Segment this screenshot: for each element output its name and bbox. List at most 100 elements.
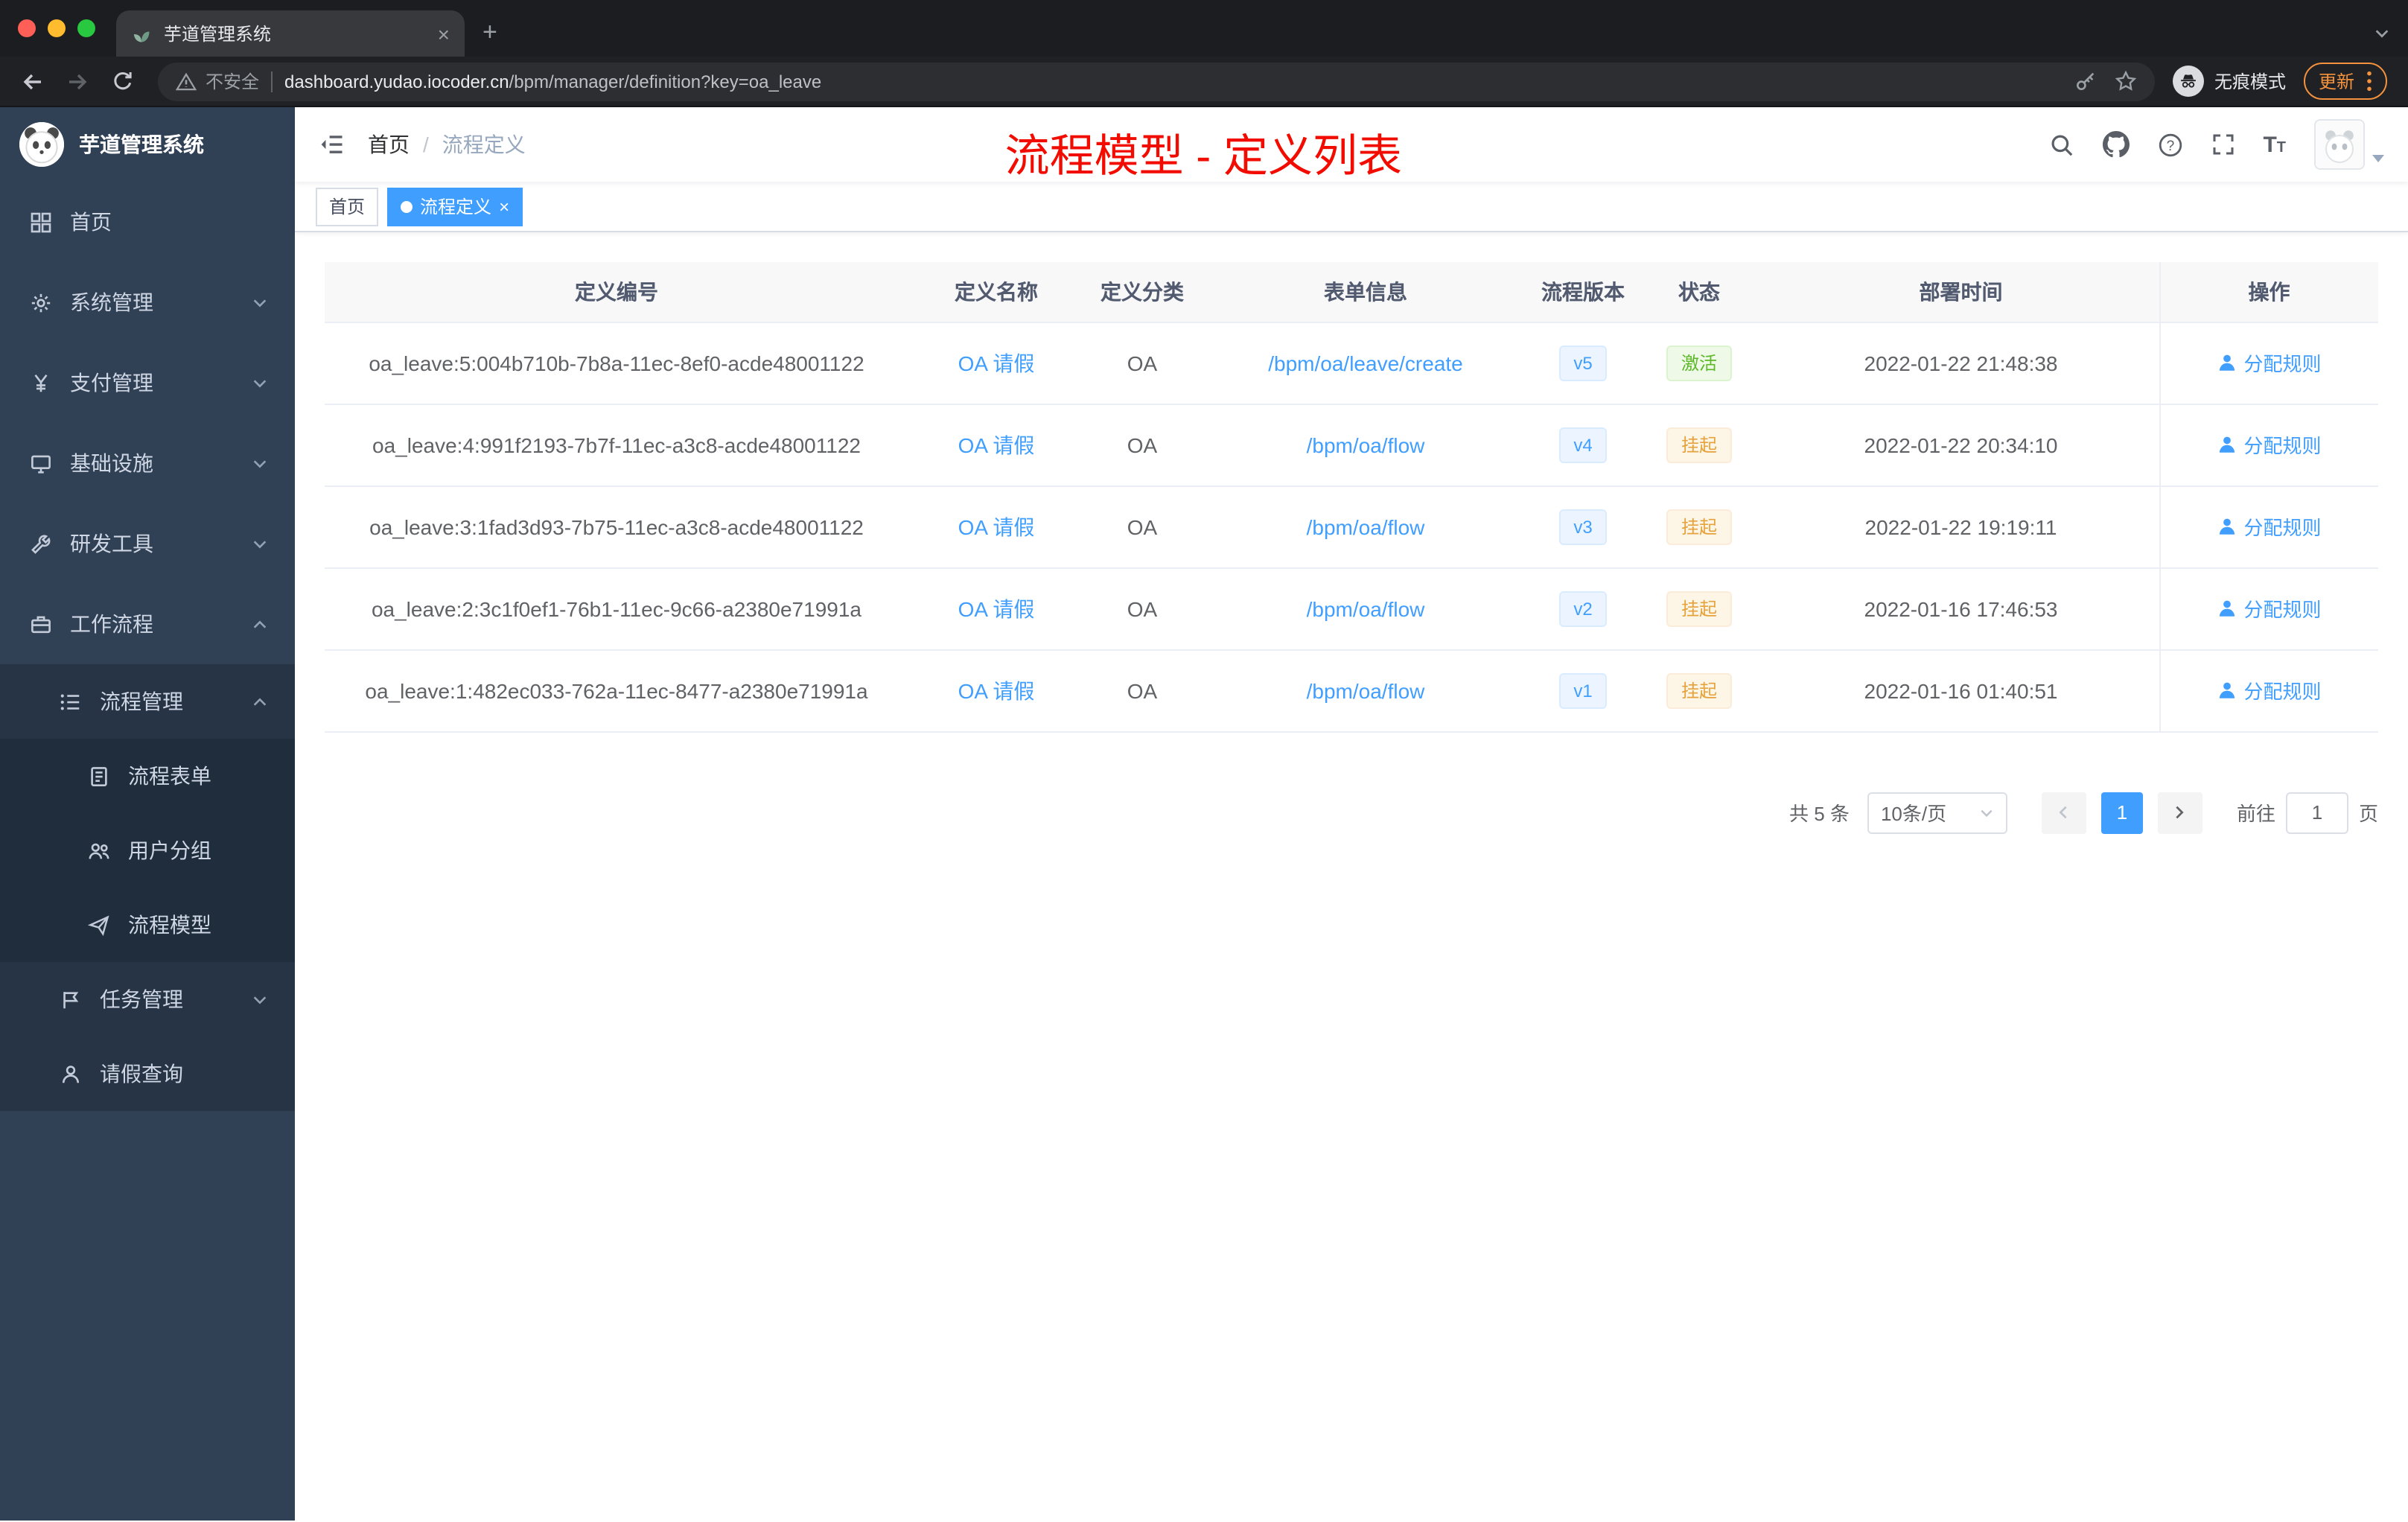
next-page-button[interactable]	[2157, 792, 2202, 833]
assign-rule-link[interactable]: 分配规则	[2217, 430, 2322, 459]
minimize-window-button[interactable]	[48, 19, 66, 37]
sidebar-item-user-group[interactable]: 用户分组	[0, 813, 295, 888]
assign-rule-link[interactable]: 分配规则	[2217, 348, 2322, 377]
sidebar-item-label: 支付管理	[70, 371, 153, 395]
user-menu[interactable]	[2314, 119, 2384, 170]
sidebar-item-infrastructure[interactable]: 基础设施	[0, 423, 295, 503]
sidebar: 芋道管理系统 首页 系统管理 支付管理 基础设施 研发工具 工作流程 流程管理 …	[0, 107, 295, 1521]
avatar	[2314, 119, 2365, 170]
col-status: 状态	[1635, 262, 1763, 322]
zoom-window-button[interactable]	[77, 19, 95, 37]
version-badge: v1	[1558, 672, 1608, 708]
sidebar-item-label: 工作流程	[70, 612, 153, 636]
sidebar-item-process-model[interactable]: 流程模型	[0, 888, 295, 962]
form-link[interactable]: /bpm/oa/flow	[1307, 515, 1425, 538]
sidebar-item-label: 首页	[70, 210, 112, 234]
prev-page-button[interactable]	[2041, 792, 2086, 833]
assign-rule-link[interactable]: 分配规则	[2217, 594, 2322, 623]
assign-rule-link[interactable]: 分配规则	[2217, 676, 2322, 704]
new-tab-button[interactable]: +	[482, 18, 497, 48]
url-text: dashboard.yudao.iocoder.cn/bpm/manager/d…	[284, 71, 2063, 92]
version-badge: v2	[1558, 590, 1608, 626]
page-content: 定义编号 定义名称 定义分类 表单信息 流程版本 状态 部署时间 操作 oa_l	[295, 232, 2408, 1521]
sidebar-item-label: 任务管理	[100, 987, 183, 1011]
sidebar-item-label: 流程模型	[128, 913, 211, 937]
tag-home[interactable]: 首页	[316, 187, 379, 226]
tab-close-icon[interactable]: ×	[438, 23, 450, 44]
sidebar-item-process-form[interactable]: 流程表单	[0, 739, 295, 813]
security-chip[interactable]: 不安全	[176, 69, 259, 94]
sidebar-item-label: 系统管理	[70, 290, 153, 314]
definition-name-link[interactable]: OA 请假	[958, 515, 1035, 538]
assign-rule-link[interactable]: 分配规则	[2217, 512, 2322, 541]
sidebar-item-task-management[interactable]: 任务管理	[0, 962, 295, 1037]
chevron-down-icon	[252, 455, 268, 471]
page-annotation-title: 流程模型 - 定义列表	[1004, 133, 1402, 182]
font-size-icon[interactable]: TT	[2263, 132, 2286, 157]
browser-menu-icon[interactable]	[2366, 70, 2372, 92]
password-key-icon[interactable]	[2074, 70, 2097, 92]
browser-tab[interactable]: 芋道管理系统 ×	[116, 10, 465, 57]
page-number-current[interactable]: 1	[2100, 792, 2143, 833]
github-icon[interactable]	[2102, 131, 2130, 158]
tab-search-chevron-icon[interactable]	[2374, 25, 2390, 42]
page-size-select[interactable]: 10条/页	[1867, 792, 2007, 833]
breadcrumb-home[interactable]: 首页	[368, 130, 410, 159]
tools-icon	[30, 532, 52, 555]
cell-category: OA	[1084, 322, 1200, 404]
sidebar-item-home[interactable]: 首页	[0, 182, 295, 262]
menu-fold-icon[interactable]	[319, 131, 345, 158]
omnibox-divider	[271, 71, 273, 92]
close-window-button[interactable]	[18, 19, 36, 37]
briefcase-icon	[30, 613, 52, 635]
user-icon	[2219, 436, 2235, 453]
fullscreen-icon[interactable]	[2211, 133, 2235, 156]
forward-icon[interactable]	[57, 60, 98, 102]
form-link[interactable]: /bpm/oa/flow	[1307, 433, 1425, 456]
sidebar-item-workflow[interactable]: 工作流程	[0, 584, 295, 664]
definition-name-link[interactable]: OA 请假	[958, 596, 1035, 620]
gear-icon	[30, 291, 52, 313]
sidebar-item-system-management[interactable]: 系统管理	[0, 262, 295, 343]
col-form-info: 表单信息	[1200, 262, 1531, 322]
table-header-row: 定义编号 定义名称 定义分类 表单信息 流程版本 状态 部署时间 操作	[325, 262, 2378, 322]
back-icon[interactable]	[12, 60, 54, 102]
sidebar-item-leave-query[interactable]: 请假查询	[0, 1037, 295, 1111]
browser-toolbar: 不安全 dashboard.yudao.iocoder.cn/bpm/manag…	[0, 57, 2408, 107]
goto-page-input[interactable]	[2285, 792, 2348, 833]
svg-text:?: ?	[2166, 138, 2174, 153]
pagination-total: 共 5 条	[1789, 803, 1850, 825]
help-icon[interactable]: ?	[2157, 132, 2182, 157]
form-link[interactable]: /bpm/oa/flow	[1307, 678, 1425, 702]
tag-close-icon[interactable]: ×	[499, 197, 509, 215]
screen: 芋道管理系统 × + 不安全 dashboard.yudao.iocoder.c…	[0, 0, 2408, 1522]
omnibox-actions	[2074, 70, 2137, 92]
table-row: oa_leave:2:3c1f0ef1-76b1-11ec-9c66-a2380…	[325, 567, 2378, 650]
chevron-up-icon	[252, 693, 268, 710]
definition-name-link[interactable]: OA 请假	[958, 351, 1035, 375]
list-icon	[60, 690, 82, 713]
sidebar-item-payment-management[interactable]: 支付管理	[0, 343, 295, 423]
sidebar-item-dev-tools[interactable]: 研发工具	[0, 503, 295, 584]
window-controls	[0, 0, 116, 57]
address-bar[interactable]: 不安全 dashboard.yudao.iocoder.cn/bpm/manag…	[158, 62, 2155, 101]
form-link[interactable]: /bpm/oa/flow	[1307, 596, 1425, 620]
tag-process-definition[interactable]: 流程定义 ×	[387, 187, 523, 226]
update-button[interactable]: 更新	[2303, 63, 2387, 100]
logo-image	[19, 122, 64, 167]
search-icon[interactable]	[2048, 132, 2074, 157]
chevron-up-icon	[252, 616, 268, 632]
definition-name-link[interactable]: OA 请假	[958, 678, 1035, 702]
sidebar-item-label: 基础设施	[70, 451, 153, 475]
definition-name-link[interactable]: OA 请假	[958, 433, 1035, 456]
cell-definition-id: oa_leave:4:991f2193-7b7f-11ec-a3c8-acde4…	[325, 404, 908, 486]
status-badge: 激活	[1666, 345, 1732, 380]
form-link[interactable]: /bpm/oa/leave/create	[1268, 351, 1463, 375]
sidebar-item-process-management[interactable]: 流程管理	[0, 664, 295, 739]
chevron-down-icon	[252, 375, 268, 391]
security-label: 不安全	[206, 71, 260, 92]
sidebar-logo[interactable]: 芋道管理系统	[0, 107, 295, 182]
breadcrumb-current: 流程定义	[442, 133, 526, 156]
reload-icon[interactable]	[101, 60, 143, 102]
bookmark-star-icon[interactable]	[2115, 70, 2137, 92]
